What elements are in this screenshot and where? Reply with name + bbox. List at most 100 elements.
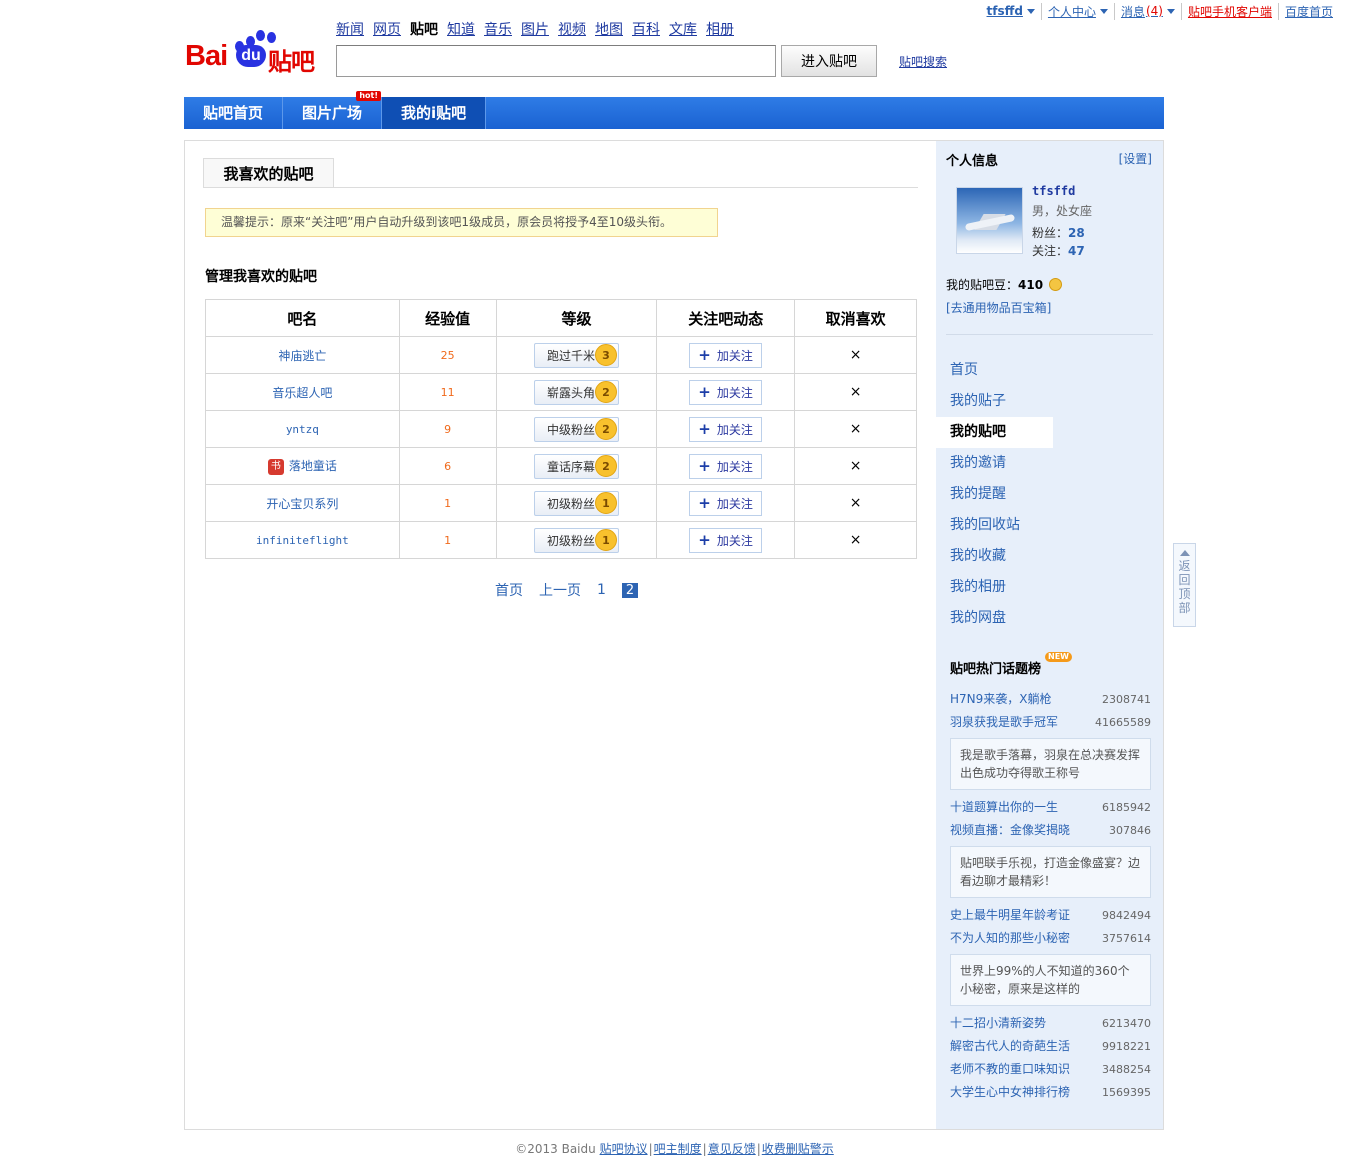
personal-center-menu[interactable]: 个人中心 xyxy=(1040,2,1114,20)
sidebar-item-favorites[interactable]: 我的收藏 xyxy=(936,541,1053,572)
list-item[interactable]: 羽泉获我是歌手冠军 41665589 xyxy=(936,711,1163,734)
list-item[interactable]: 老师不教的重口味知识 3488254 xyxy=(936,1058,1163,1081)
profile-fans: 粉丝：28 xyxy=(1032,224,1085,241)
list-item[interactable]: 不为人知的那些小秘密 3757614 xyxy=(936,927,1163,950)
bar-name-link[interactable]: infiniteflight xyxy=(256,534,349,547)
sidebar-item-my-posts[interactable]: 我的贴子 xyxy=(936,386,1053,417)
sidebar-item-my-reminders[interactable]: 我的提醒 xyxy=(936,479,1053,510)
footer-link-feedback[interactable]: 意见反馈 xyxy=(708,1142,756,1156)
profile-username[interactable]: tfsffd xyxy=(1032,184,1075,198)
follow-button[interactable]: + 加关注 xyxy=(689,416,763,442)
follow-count[interactable]: 47 xyxy=(1068,244,1085,258)
sidebar-item-album[interactable]: 我的相册 xyxy=(936,572,1053,603)
level-badge[interactable]: 初级粉丝 1 xyxy=(533,490,619,516)
back-to-top-button[interactable]: 返 回 顶 部 xyxy=(1173,543,1196,627)
tab-my-liked-bars[interactable]: 我喜欢的贴吧 xyxy=(203,158,334,188)
unlike-button[interactable]: × xyxy=(850,347,862,363)
product-nav-wenku[interactable]: 文库 xyxy=(669,19,697,39)
treasure-box-link[interactable]: [去通用物品百宝箱] xyxy=(946,299,1051,316)
sidebar-item-recycle-bin[interactable]: 我的回收站 xyxy=(936,510,1053,541)
product-nav-video[interactable]: 视频 xyxy=(558,19,586,39)
unlike-button[interactable]: × xyxy=(850,532,862,548)
list-item[interactable]: H7N9来袭，X躺枪 2308741 xyxy=(936,688,1163,711)
product-nav-baike[interactable]: 百科 xyxy=(632,19,660,39)
list-item[interactable]: 十道题算出你的一生 6185942 xyxy=(936,796,1163,819)
bar-name-link[interactable]: 落地童话 xyxy=(289,459,337,473)
follow-button[interactable]: + 加关注 xyxy=(689,527,763,553)
hot-topic-description: 世界上99%的人不知道的360个小秘密，原来是这样的 xyxy=(950,954,1151,1006)
product-nav-map[interactable]: 地图 xyxy=(595,19,623,39)
product-nav-images[interactable]: 图片 xyxy=(521,19,549,39)
liked-bars-table: 吧名 经验值 等级 关注吧动态 取消喜欢 神庙逃亡 25 跑过千米 3 + 加关注 … xyxy=(205,299,917,559)
table-row: yntzq 9 中级粉丝 2 + 加关注 × xyxy=(205,410,917,448)
footer-link-moderator[interactable]: 吧主制度 xyxy=(654,1142,702,1156)
mobile-client-link[interactable]: 贴吧手机客户端 xyxy=(1180,2,1278,20)
level-badge[interactable]: 初级粉丝 1 xyxy=(533,527,619,553)
bar-name-link[interactable]: 神庙逃亡 xyxy=(278,349,326,363)
unlike-button[interactable]: × xyxy=(850,384,862,400)
product-nav-tieba[interactable]: 贴吧 xyxy=(410,19,438,39)
product-nav: 新闻 网页 贴吧 知道 音乐 图片 视频 地图 百科 文库 相册 xyxy=(336,19,743,39)
list-item[interactable]: 大学生心中女神排行榜 1569395 xyxy=(936,1081,1163,1104)
footer: ©2013 Baidu 贴吧协议|吧主制度|意见反馈|收费删贴警示 xyxy=(515,1142,834,1156)
footer-link-agreement[interactable]: 贴吧协议 xyxy=(600,1142,648,1156)
footer-link-paid-delete-warning[interactable]: 收费删贴警示 xyxy=(762,1142,834,1156)
nav-image-plaza[interactable]: 图片广场 hot! xyxy=(283,91,383,129)
sidebar-item-home[interactable]: 首页 xyxy=(936,355,1053,386)
unlike-button[interactable]: × xyxy=(850,458,862,474)
section-title: 管理我喜欢的贴吧 xyxy=(205,269,317,285)
profile-settings-link[interactable]: [设置] xyxy=(1119,150,1152,167)
follow-button[interactable]: + 加关注 xyxy=(689,490,763,516)
product-nav-album[interactable]: 相册 xyxy=(706,19,734,39)
product-nav-web[interactable]: 网页 xyxy=(373,19,401,39)
sidebar-item-my-bars[interactable]: 我的贴吧 xyxy=(936,417,1053,448)
search-input[interactable] xyxy=(336,45,776,77)
sidebar-item-my-invites[interactable]: 我的邀请 xyxy=(936,448,1053,479)
pager-page-1[interactable]: 1 xyxy=(597,582,606,598)
level-badge[interactable]: 崭露头角 2 xyxy=(533,379,619,405)
exp-value: 1 xyxy=(398,521,497,559)
tieba-search-link[interactable]: 贴吧搜索 xyxy=(899,53,947,70)
level-badge[interactable]: 童话序幕 2 xyxy=(533,453,619,479)
sidebar-item-netdisk[interactable]: 我的网盘 xyxy=(936,603,1053,634)
unlike-button[interactable]: × xyxy=(850,421,862,437)
follow-button[interactable]: + 加关注 xyxy=(689,342,763,368)
list-item[interactable]: 视频直播：金像奖揭晓 307846 xyxy=(936,819,1163,842)
product-nav-zhidao[interactable]: 知道 xyxy=(447,19,475,39)
list-item[interactable]: 史上最牛明星年龄考证 9842494 xyxy=(936,904,1163,927)
list-item[interactable]: 解密古代人的奇葩生活 9918221 xyxy=(936,1035,1163,1058)
plus-icon: + xyxy=(698,530,711,549)
follow-label: 加关注 xyxy=(716,459,753,474)
bar-name-link[interactable]: yntzq xyxy=(286,423,319,436)
level-badge[interactable]: 跑过千米 3 xyxy=(533,342,619,368)
nav-tieba-home[interactable]: 贴吧首页 xyxy=(184,97,284,129)
list-item[interactable]: 十二招小清新姿势 6213470 xyxy=(936,1012,1163,1035)
bar-name-link[interactable]: 开心宝贝系列 xyxy=(266,497,338,511)
product-nav-news[interactable]: 新闻 xyxy=(336,19,364,39)
messages-menu[interactable]: 消息 (4) xyxy=(1113,2,1181,20)
table-row: 神庙逃亡 25 跑过千米 3 + 加关注 × xyxy=(205,336,917,374)
baidu-tieba-logo[interactable]: Bai du 贴吧 xyxy=(184,28,324,76)
plus-icon: + xyxy=(698,382,711,401)
baidu-home-link[interactable]: 百度首页 xyxy=(1277,2,1339,20)
level-badge[interactable]: 中级粉丝 2 xyxy=(533,416,619,442)
main-container: 我喜欢的贴吧 温馨提示：原来“关注吧”用户自动升级到该吧1级成员，原会员将授予4… xyxy=(184,140,1164,1130)
tieba-beans: 我的贴吧豆： 410 xyxy=(946,276,1063,293)
username-menu[interactable]: tfsffd xyxy=(981,4,1041,18)
pager-first[interactable]: 首页 xyxy=(495,580,523,600)
follow-button[interactable]: + 加关注 xyxy=(689,453,763,479)
fans-count[interactable]: 28 xyxy=(1068,226,1085,240)
chevron-down-icon xyxy=(1026,8,1035,14)
avatar[interactable] xyxy=(956,187,1023,254)
nav-my-itieba[interactable]: 我的i贴吧 xyxy=(382,97,487,129)
messages-label: 消息 xyxy=(1120,4,1145,19)
product-nav-music[interactable]: 音乐 xyxy=(484,19,512,39)
pager-prev[interactable]: 上一页 xyxy=(539,580,581,600)
table-row: 开心宝贝系列 1 初级粉丝 1 + 加关注 × xyxy=(205,484,917,522)
bar-name-link[interactable]: 音乐超人吧 xyxy=(272,386,332,400)
table-row: 音乐超人吧 11 崭露头角 2 + 加关注 × xyxy=(205,373,917,411)
follow-button[interactable]: + 加关注 xyxy=(689,379,763,405)
unlike-button[interactable]: × xyxy=(850,495,862,511)
hot-topic-description: 我是歌手落幕，羽泉在总决赛发挥出色成功夺得歌王称号 xyxy=(950,738,1151,790)
enter-tieba-button[interactable]: 进入贴吧 xyxy=(781,45,877,77)
